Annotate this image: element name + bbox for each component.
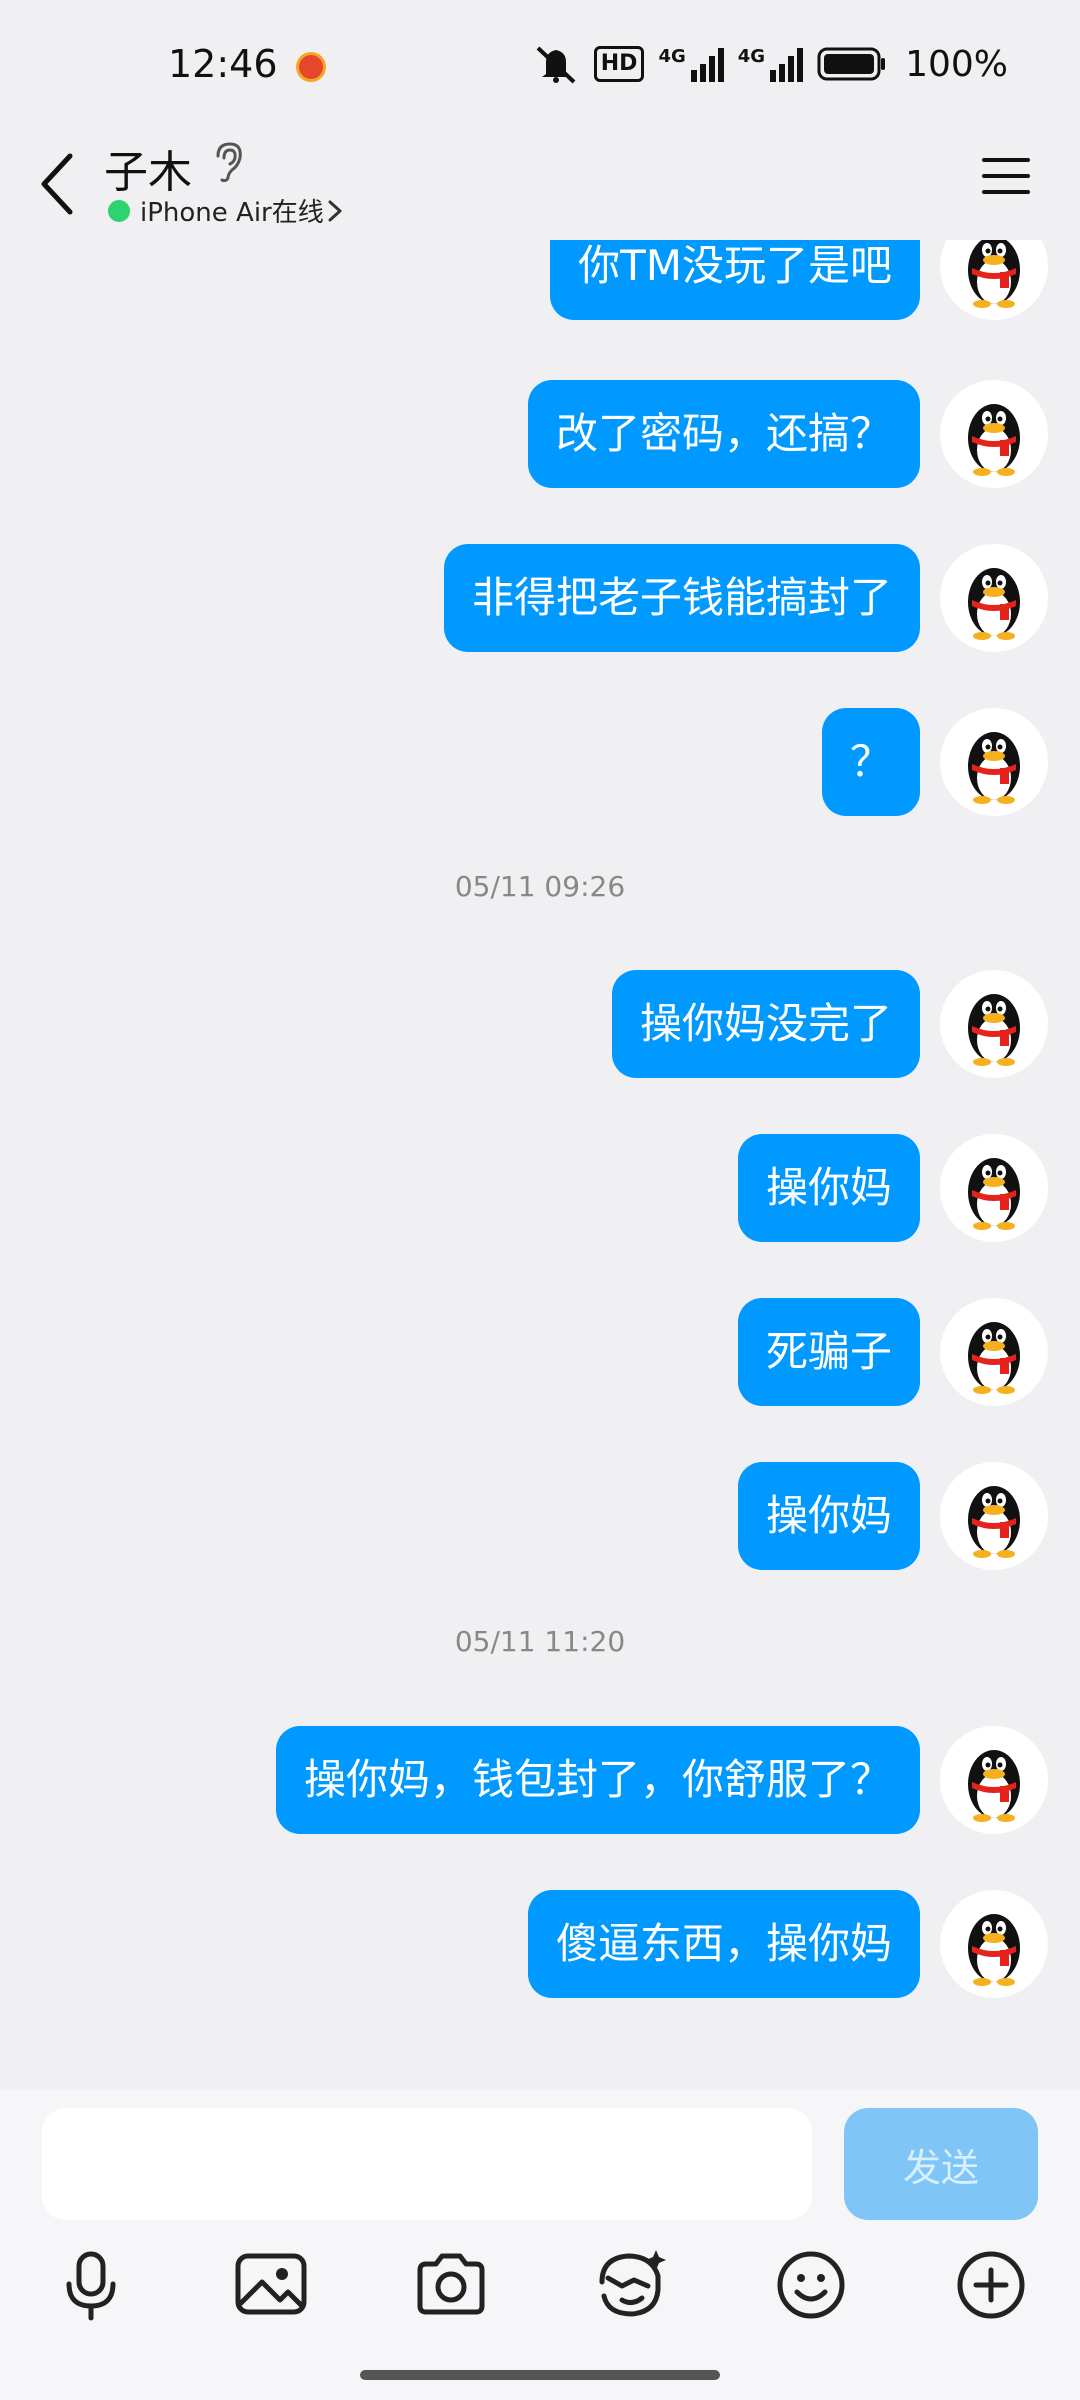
message-bubble[interactable]: 操你妈没完了 xyxy=(611,970,920,1078)
message-bubble[interactable]: 操你妈 xyxy=(737,1134,920,1242)
message-list[interactable]: 你TM没玩了是吧 改了密码，还搞？ 非得把老子钱能搞封了 ？ 05/11 09:… xyxy=(0,240,1080,2090)
message-row: ？ xyxy=(0,708,1080,820)
signal-2-icon: 4G xyxy=(737,46,804,82)
penguin-avatar-icon xyxy=(968,994,1020,1066)
avatar[interactable] xyxy=(940,970,1048,1078)
status-time: 12:46 xyxy=(168,42,278,86)
avatar[interactable] xyxy=(940,1462,1048,1570)
network-type-label: 4G xyxy=(737,46,766,67)
message-row: 非得把老子钱能搞封了 xyxy=(0,544,1080,656)
message-input[interactable] xyxy=(42,2108,812,2220)
message-bubble[interactable]: 非得把老子钱能搞封了 xyxy=(443,544,920,652)
message-row: 死骗子 xyxy=(0,1298,1080,1410)
menu-icon[interactable] xyxy=(980,152,1032,200)
message-row: 改了密码，还搞？ xyxy=(0,380,1080,492)
message-timestamp: 05/11 11:20 xyxy=(454,1625,626,1658)
home-indicator[interactable] xyxy=(360,2370,720,2380)
status-icons: HD 4G 4G 100% xyxy=(532,43,1008,85)
penguin-avatar-icon xyxy=(968,732,1020,804)
penguin-avatar-icon xyxy=(968,568,1020,640)
avatar[interactable] xyxy=(940,1298,1048,1406)
message-bubble[interactable]: 操你妈，钱包封了，你舒服了？ xyxy=(275,1726,920,1834)
avatar[interactable] xyxy=(940,544,1048,652)
chevron-right-icon[interactable] xyxy=(326,196,344,226)
status-bar: 12:46 HD 4G 4G 100% xyxy=(0,0,1080,132)
hd-badge: HD xyxy=(593,46,645,82)
message-row: 操你妈没完了 xyxy=(0,970,1080,1082)
microphone-icon[interactable] xyxy=(46,2240,136,2330)
network-type-label: 4G xyxy=(658,46,686,67)
back-arrow-icon[interactable] xyxy=(36,146,80,222)
message-bubble[interactable]: 你TM没玩了是吧 xyxy=(550,240,920,320)
mute-icon xyxy=(536,46,576,84)
message-bubble[interactable]: 操你妈 xyxy=(737,1462,920,1570)
message-timestamp: 05/11 09:26 xyxy=(454,870,626,903)
message-bubble[interactable]: 改了密码，还搞？ xyxy=(527,380,920,488)
chat-header: 子木 iPhone Air在线 xyxy=(0,132,1080,240)
battery-percent: 100% xyxy=(905,43,1008,85)
camera-icon[interactable] xyxy=(406,2240,496,2330)
battery-icon xyxy=(817,47,886,81)
message-row: 操你妈 xyxy=(0,1462,1080,1574)
message-row: 操你妈，钱包封了，你舒服了？ xyxy=(0,1726,1080,1838)
message-bubble[interactable]: 傻逼东西，操你妈 xyxy=(527,1890,920,1998)
penguin-avatar-icon xyxy=(968,404,1020,476)
contact-name[interactable]: 子木 xyxy=(104,136,192,200)
plus-icon[interactable] xyxy=(946,2240,1036,2330)
penguin-avatar-icon xyxy=(968,1486,1020,1558)
avatar[interactable] xyxy=(940,1890,1048,1998)
composer: 发送 xyxy=(0,2090,1080,2400)
message-bubble[interactable]: 死骗子 xyxy=(737,1298,920,1406)
penguin-avatar-icon xyxy=(968,1914,1020,1986)
online-status-text[interactable]: iPhone Air在线 xyxy=(140,192,324,229)
notification-app-icon xyxy=(296,52,326,82)
avatar[interactable] xyxy=(940,380,1048,488)
message-bubble[interactable]: ？ xyxy=(821,708,920,816)
avatar[interactable] xyxy=(940,708,1048,816)
avatar[interactable] xyxy=(940,240,1048,320)
emoji-icon[interactable] xyxy=(766,2240,856,2330)
send-button[interactable]: 发送 xyxy=(844,2108,1038,2220)
message-row: 傻逼东西，操你妈 xyxy=(0,1890,1080,2002)
penguin-avatar-icon xyxy=(968,1158,1020,1230)
sticker-icon[interactable] xyxy=(586,2240,676,2330)
message-row: 你TM没玩了是吧 xyxy=(0,240,1080,324)
penguin-avatar-icon xyxy=(968,1750,1020,1822)
image-icon[interactable] xyxy=(226,2240,316,2330)
composer-toolbar xyxy=(0,2240,1080,2360)
avatar[interactable] xyxy=(940,1726,1048,1834)
penguin-avatar-icon xyxy=(968,240,1020,308)
message-row: 操你妈 xyxy=(0,1134,1080,1246)
signal-1-icon: 4G xyxy=(658,46,724,82)
online-status-dot xyxy=(108,200,130,222)
penguin-avatar-icon xyxy=(968,1322,1020,1394)
ear-icon[interactable] xyxy=(210,140,246,184)
avatar[interactable] xyxy=(940,1134,1048,1242)
